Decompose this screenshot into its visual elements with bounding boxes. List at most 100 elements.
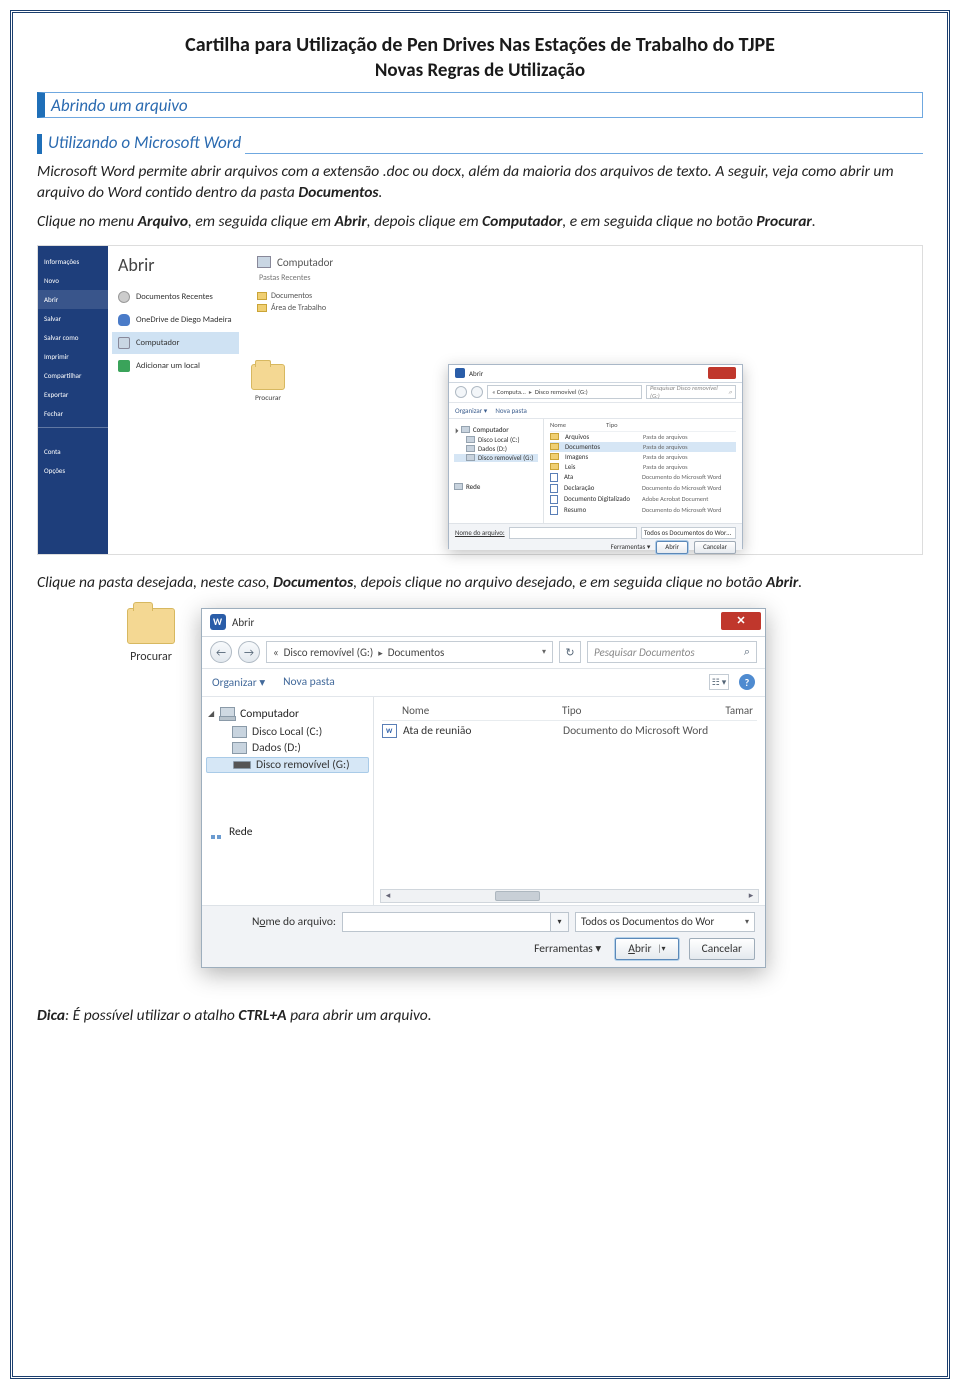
nav-pane: ◢Computador Disco Local (C:) Dados (D:) … [202,697,374,905]
file-row[interactable]: LeisPasta de arquivos [550,462,736,472]
nav-new[interactable]: Novo [38,271,108,290]
folder-documents[interactable]: Documentos [257,291,908,301]
drive-d[interactable]: Dados (D:) [454,445,538,453]
help-button[interactable]: ? [739,674,755,690]
drive-d[interactable]: Dados (D:) [206,741,369,755]
add-location-item[interactable]: Adicionar um local [112,355,239,377]
cancel-button[interactable]: Cancelar [694,541,736,554]
newfolder-button[interactable]: Nova pasta [495,406,526,415]
file-list: NomeTipo ArquivosPasta de arquivosDocume… [544,419,742,523]
nav-open[interactable]: Abrir [38,290,108,309]
dlg-title: Abrir [469,369,483,378]
nav-print[interactable]: Imprimir [38,347,108,366]
scroll-thumb[interactable] [495,891,540,901]
crumb-sep-icon [378,646,383,659]
open-ul: A [628,942,635,956]
col-name[interactable]: Nome [382,704,562,717]
col-type[interactable]: Tipo [562,704,705,717]
search-input[interactable]: Pesquisar Documentos⌕ [587,641,757,663]
drive-c[interactable]: Disco Local (C:) [454,436,538,444]
organize-button[interactable]: Organizar ▾ [455,406,487,415]
crumb-dropdown-icon[interactable]: ▾ [542,647,546,657]
back-button[interactable] [455,386,467,398]
file-row[interactable]: Ata de reunião Documento do Microsoft Wo… [382,721,757,741]
p3-d: Abrir [766,573,798,592]
scroll-right-icon[interactable]: ▸ [744,890,758,901]
computer-item[interactable]: Computador [112,332,239,354]
p3-e: . [798,573,802,592]
nav-save[interactable]: Salvar [38,309,108,328]
dlg-toolbar: Organizar ▾ Nova pasta [449,403,742,419]
dlg-toolbar: Organizar ▾ Nova pasta ☷ ▾ ? [202,669,765,697]
tools-button[interactable]: Ferramentas ▾ [534,941,601,956]
procurar-standalone[interactable]: Procurar [127,608,175,968]
organize-button[interactable]: Organizar ▾ [212,675,265,690]
nav-options[interactable]: Opções [38,461,108,480]
file-row[interactable]: ArquivosPasta de arquivos [550,432,736,442]
navgrp-network[interactable]: Rede [208,825,367,839]
nav-share[interactable]: Compartilhar [38,366,108,385]
crumb-0: « Computa... [492,388,526,396]
file-type: Documento do Microsoft Word [642,506,722,514]
tools-button[interactable]: Ferramentas ▾ [611,543,651,551]
filetype-select[interactable]: Todos os Documentos do Wor▾ [575,912,755,932]
refresh-button[interactable]: ↻ [559,641,581,663]
newfolder-button[interactable]: Nova pasta [283,675,335,689]
file-row[interactable]: DeclaraçãoDocumento do Microsoft Word [550,483,736,494]
open-button[interactable]: Abrir│▾ [615,938,678,960]
search-placeholder: Pesquisar Documentos [594,646,695,659]
folder-desktop[interactable]: Área de Trabalho [257,303,908,313]
drive-g[interactable]: Disco removível (G:) [206,757,369,773]
recent-folders-label: Pastas Recentes [259,273,908,283]
breadcrumb[interactable]: « Computa... Disco removível (G:) [487,385,642,399]
document-page: Cartilha para Utilização de Pen Drives N… [10,10,950,1379]
file-row[interactable]: DocumentosPasta de arquivos [550,442,736,452]
forward-button[interactable] [471,386,483,398]
p2-f: Computador [482,212,562,231]
procurar-tile[interactable]: Procurar [245,364,291,403]
file-row[interactable]: ImagensPasta de arquivos [550,452,736,462]
filename-history-button[interactable]: ▾ [551,912,569,932]
view-button[interactable]: ☷ ▾ [709,674,729,690]
open-button[interactable]: Abrir [656,541,688,554]
col-size[interactable]: Tamar [705,704,757,717]
cancel-btn-label: Cancelar [703,543,727,551]
p2-a: Clique no menu [37,212,138,231]
nav-export[interactable]: Exportar [38,385,108,404]
scroll-left-icon[interactable]: ◂ [381,890,395,901]
filename-input[interactable] [509,527,637,539]
file-row[interactable]: AtaDocumento do Microsoft Word [550,472,736,483]
file-type: Pasta de arquivos [643,433,688,441]
close-button[interactable]: ✕ [721,612,761,630]
filetype-select[interactable]: Todos os Documentos do Wor… [641,527,736,539]
nav-close[interactable]: Fechar [38,404,108,423]
forward-button[interactable]: → [238,641,260,663]
file-name: Imagens [565,453,637,461]
file-name: Ata de reunião [403,724,563,738]
file-name: Ata [564,473,636,481]
horizontal-scrollbar[interactable]: ◂ ▸ [380,889,759,903]
onedrive-item[interactable]: OneDrive de Diego Madeira [112,309,239,331]
nav-info[interactable]: Informações [38,252,108,271]
split-dropdown-icon[interactable]: │▾ [658,944,666,954]
file-row[interactable]: Documento DigitalizadoAdobe Acrobat Docu… [550,494,736,505]
recent-label: Documentos Recentes [136,292,213,302]
back-button[interactable]: ← [210,641,232,663]
drive-g[interactable]: Disco removível (G:) [454,454,538,462]
navgrp-network[interactable]: Rede [454,482,538,491]
big-dialog-row: Procurar Abrir ✕ ← → « Disco removível (… [127,608,923,968]
file-row[interactable]: ResumoDocumento do Microsoft Word [550,505,736,516]
nav-saveas[interactable]: Salvar como [38,328,108,347]
navgrp-computer[interactable]: ◢Computador [208,707,367,721]
filename-input[interactable] [342,912,551,932]
close-button[interactable] [708,367,736,379]
drive-c[interactable]: Disco Local (C:) [206,725,369,739]
recent-documents-item[interactable]: Documentos Recentes [112,286,239,308]
navgrp-computer[interactable]: Computador [454,425,538,434]
nav-account[interactable]: Conta [38,442,108,461]
folder-icon [550,463,559,470]
breadcrumb[interactable]: « Disco removível (G:) Documentos ▾ [266,641,553,663]
dlg-titlebar: Abrir [449,365,742,383]
search-input[interactable]: Pesquisar Disco removível (G:)⌕ [646,385,736,399]
cancel-button[interactable]: Cancelar [689,938,755,960]
